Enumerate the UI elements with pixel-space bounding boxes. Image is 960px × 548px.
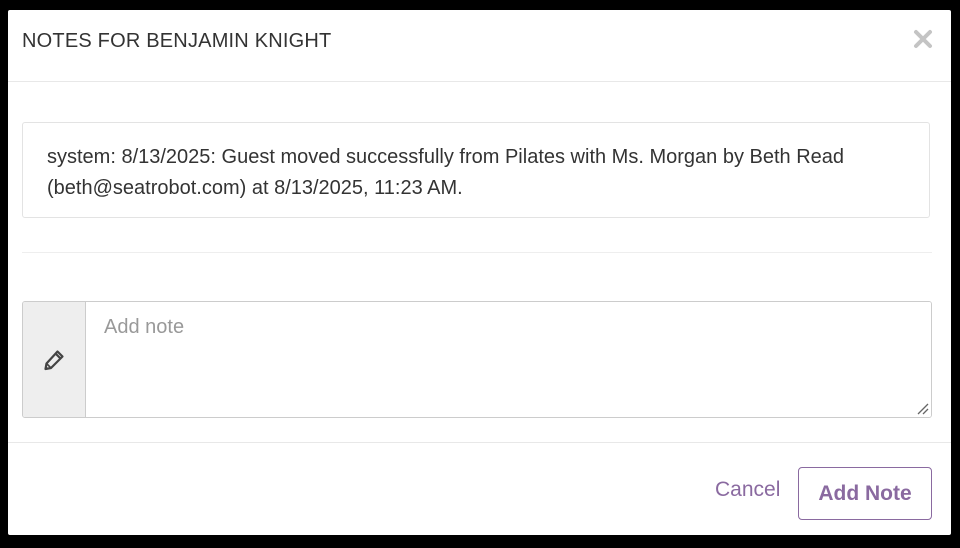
note-item: system: 8/13/2025: Guest moved successfu… [22,122,930,218]
cancel-button[interactable]: Cancel [715,478,780,502]
close-button[interactable] [912,28,934,50]
note-text: system: 8/13/2025: Guest moved successfu… [47,146,845,199]
divider [22,252,932,253]
note-input-group [22,301,932,418]
modal-header: NOTES FOR BENJAMIN KNIGHT [8,10,951,82]
footer-divider [8,442,951,443]
note-input-addon [23,302,86,417]
add-note-button[interactable]: Add Note [798,467,932,520]
close-icon [914,30,932,48]
add-note-input[interactable] [86,302,931,417]
modal-title: NOTES FOR BENJAMIN KNIGHT [22,30,332,52]
pencil-icon [44,349,64,370]
resize-handle-icon[interactable] [915,401,929,415]
notes-modal: NOTES FOR BENJAMIN KNIGHT system: 8/13/2… [8,10,951,535]
